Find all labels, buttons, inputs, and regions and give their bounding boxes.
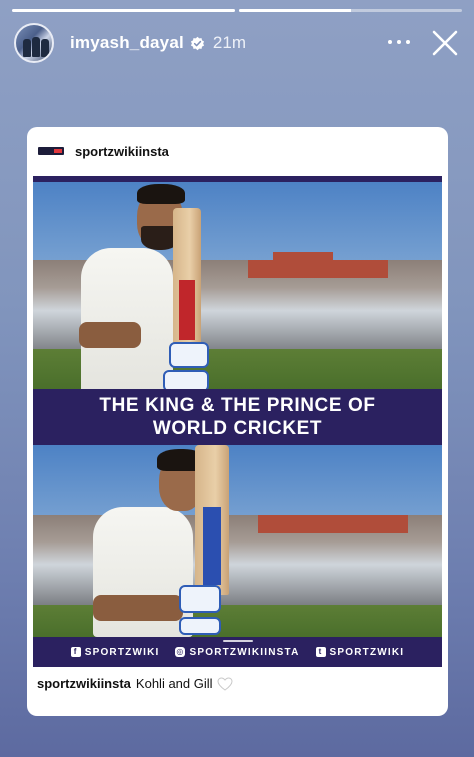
close-icon[interactable] <box>430 28 460 58</box>
headline-line-2: WORLD CRICKET <box>152 418 323 439</box>
post-caption: sportzwikiinsta Kohli and Gill <box>37 676 233 691</box>
story-header: imyash_dayal 21m <box>14 22 460 64</box>
story-progress <box>12 9 462 12</box>
verified-badge-icon <box>190 36 205 50</box>
facebook-label: SPORTZWIKI <box>84 646 160 658</box>
shared-post-card[interactable]: sportzwikiinsta THE KING & THE PRINCE OF… <box>27 127 448 716</box>
headline-banner: THE KING & THE PRINCE OF WORLD CRICKET <box>33 389 442 445</box>
white-heart-icon <box>217 676 233 691</box>
post-header: sportzwikiinsta <box>27 127 448 175</box>
post-account-name[interactable]: sportzwikiinsta <box>75 144 169 159</box>
username[interactable]: imyash_dayal <box>70 33 184 53</box>
instagram-icon: ◎ <box>175 647 186 657</box>
kohli-photo <box>33 182 442 389</box>
post-time: 21m <box>212 33 246 52</box>
twitter-handle: t SPORTZWIKI <box>315 646 405 658</box>
post-image[interactable]: THE KING & THE PRINCE OF WORLD CRICKET f… <box>33 176 442 667</box>
twitter-label: SPORTZWIKI <box>329 646 405 658</box>
caption-text: Kohli and Gill <box>135 676 213 691</box>
social-handles: f SPORTZWIKI ◎ SPORTZWIKIINSTA t SPORTZW… <box>33 637 442 667</box>
caption-username[interactable]: sportzwikiinsta <box>37 676 131 691</box>
instagram-handle: ◎ SPORTZWIKIINSTA <box>175 647 299 658</box>
progress-segment-2 <box>239 9 462 12</box>
twitter-icon: t <box>315 647 326 657</box>
instagram-label: SPORTZWIKIINSTA <box>189 646 300 658</box>
facebook-icon: f <box>70 647 81 657</box>
headline-line-1: THE KING & THE PRINCE OF <box>99 395 376 416</box>
facebook-handle: f SPORTZWIKI <box>70 646 160 658</box>
more-options-icon[interactable] <box>388 34 410 50</box>
sportzwiki-logo <box>38 147 64 155</box>
gill-photo <box>33 445 442 637</box>
avatar[interactable] <box>14 23 54 63</box>
progress-segment-1 <box>12 9 235 12</box>
